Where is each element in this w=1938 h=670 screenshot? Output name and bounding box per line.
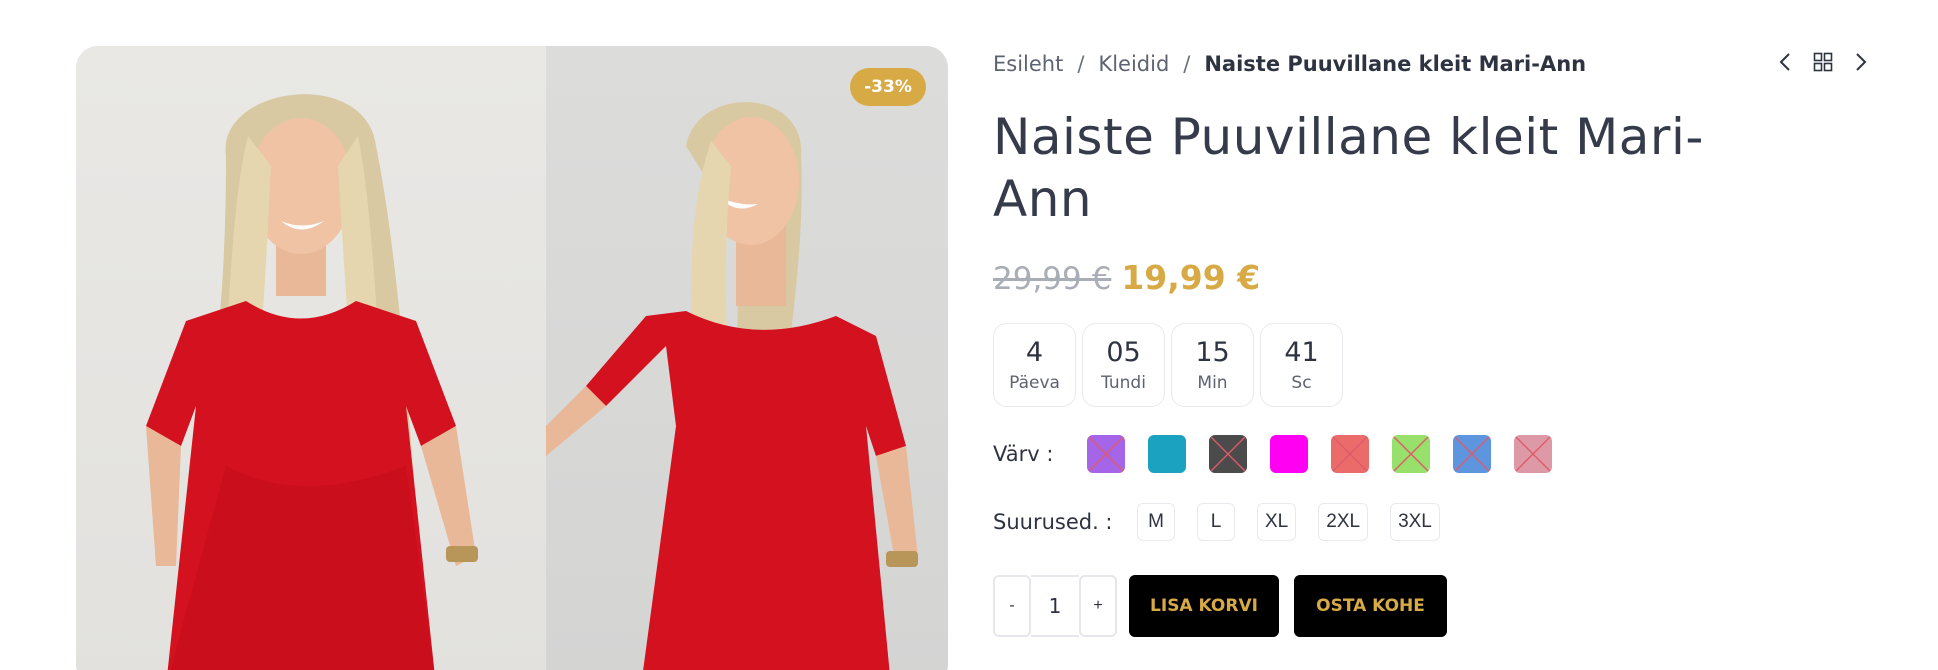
product-gallery: -33% [76, 46, 948, 670]
unavailable-cross-icon [1454, 436, 1490, 472]
countdown-label: Min [1197, 373, 1228, 393]
size-option-2xl[interactable]: 2XL [1318, 503, 1369, 541]
countdown-label: Päeva [1009, 373, 1060, 393]
countdown-label: Sc [1291, 373, 1312, 393]
sale-countdown: 4 Päeva 05 Tundi 15 Min 41 Sc [993, 323, 1873, 407]
breadcrumb-separator: / [1077, 52, 1085, 76]
unavailable-cross-icon [1332, 436, 1368, 472]
size-selector: Suurused. : M L XL 2XL 3XL [993, 503, 1873, 541]
breadcrumb-current: Naiste Puuvillane kleit Mari-Ann [1204, 52, 1587, 76]
product-photo-side[interactable]: -33% [546, 46, 948, 670]
quantity-input[interactable] [1031, 575, 1079, 637]
color-swatch[interactable] [1087, 435, 1125, 473]
countdown-value: 15 [1195, 337, 1230, 368]
countdown-label: Tundi [1101, 373, 1146, 393]
discount-badge: -33% [850, 68, 926, 106]
product-title: Naiste Puuvillane kleit Mari-Ann [993, 108, 1704, 228]
color-swatch[interactable] [1514, 435, 1552, 473]
color-selector: Värv : [993, 435, 1873, 473]
countdown-seconds: 41 Sc [1260, 323, 1343, 407]
sale-price: 19,99 € [1121, 258, 1261, 297]
color-swatch[interactable] [1331, 435, 1369, 473]
countdown-value: 05 [1106, 337, 1141, 368]
size-option-l[interactable]: L [1197, 503, 1235, 541]
unavailable-cross-icon [1515, 436, 1551, 472]
size-label: Suurused. : [993, 510, 1113, 534]
unavailable-cross-icon [1210, 436, 1246, 472]
size-options: M L XL 2XL 3XL [1137, 503, 1440, 541]
purchase-row: - + LISA KORVI OSTA KOHE [993, 575, 1873, 637]
size-option-3xl[interactable]: 3XL [1390, 503, 1440, 541]
size-option-m[interactable]: M [1137, 503, 1175, 541]
model-front-illustration [146, 94, 478, 670]
countdown-minutes: 15 Min [1171, 323, 1254, 407]
countdown-days: 4 Päeva [993, 323, 1076, 407]
countdown-value: 4 [1025, 337, 1044, 368]
chevron-left-icon[interactable] [1773, 50, 1797, 74]
chevron-right-icon[interactable] [1849, 50, 1873, 74]
color-swatch[interactable] [1148, 435, 1186, 473]
size-option-xl[interactable]: XL [1257, 503, 1297, 541]
breadcrumb-home[interactable]: Esileht [993, 52, 1063, 76]
add-to-cart-button[interactable]: LISA KORVI [1129, 575, 1279, 637]
unavailable-cross-icon [1393, 436, 1429, 472]
old-price: 29,99 € [993, 261, 1112, 297]
color-swatches [1087, 435, 1552, 473]
breadcrumb: Esileht / Kleidid / Naiste Puuvillane kl… [993, 46, 1873, 82]
color-swatch[interactable] [1392, 435, 1430, 473]
grid-icon[interactable] [1811, 50, 1835, 74]
breadcrumb-separator: / [1183, 52, 1191, 76]
breadcrumb-category[interactable]: Kleidid [1098, 52, 1169, 76]
color-swatch[interactable] [1209, 435, 1247, 473]
countdown-hours: 05 Tundi [1082, 323, 1165, 407]
quantity-increase-button[interactable]: + [1079, 575, 1117, 637]
color-swatch[interactable] [1270, 435, 1308, 473]
color-swatch[interactable] [1453, 435, 1491, 473]
model-side-illustration [546, 102, 918, 670]
color-label: Värv : [993, 442, 1054, 466]
quantity-decrease-button[interactable]: - [993, 575, 1031, 637]
buy-now-button[interactable]: OSTA KOHE [1294, 575, 1447, 637]
product-navigation [1773, 50, 1873, 74]
price-block: 29,99 € 19,99 € [993, 258, 1873, 297]
product-details: Esileht / Kleidid / Naiste Puuvillane kl… [993, 46, 1873, 637]
countdown-value: 41 [1284, 337, 1319, 368]
quantity-stepper: - + [993, 575, 1117, 637]
product-photo-front[interactable] [76, 46, 546, 670]
unavailable-cross-icon [1088, 436, 1124, 472]
